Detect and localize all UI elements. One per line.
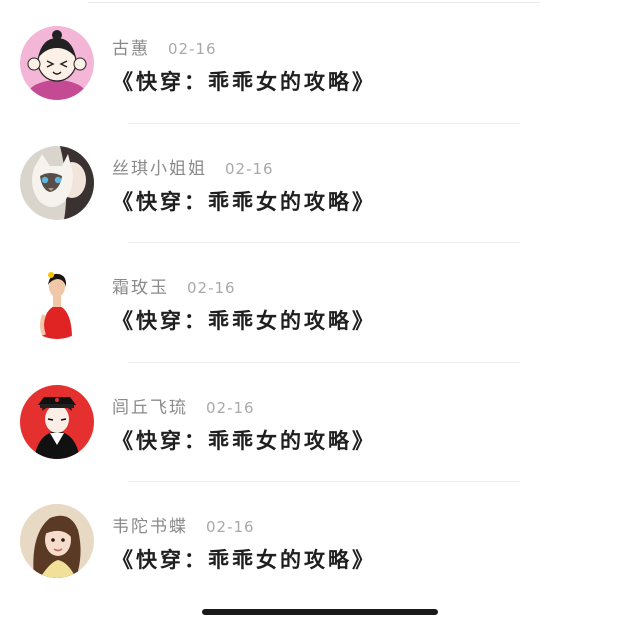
username[interactable]: 古蕙 — [112, 34, 150, 59]
comment-meta: 霜玫玉 02-16 — [112, 273, 236, 298]
comment-date: 02-16 — [225, 159, 274, 178]
comment-row[interactable]: 丝琪小姐姐 02-16 《快穿：乖乖女的攻略》 — [0, 124, 640, 243]
top-divider — [88, 2, 540, 3]
username[interactable]: 闾丘飞琉 — [112, 393, 188, 418]
comment-date: 02-16 — [168, 40, 217, 58]
username[interactable]: 霜玫玉 — [112, 273, 169, 298]
comment-meta: 古蕙 02-16 — [112, 34, 217, 59]
comment-text: 《快穿：乖乖女的攻略》 — [112, 428, 376, 453]
comment-text: 《快穿：乖乖女的攻略》 — [112, 309, 376, 333]
username[interactable]: 丝琪小姐姐 — [112, 154, 207, 179]
comment-text: 《快穿：乖乖女的攻略》 — [112, 189, 376, 214]
comment-row[interactable]: 韦陀书蝶 02-16 《快穿：乖乖女的攻略》 — [0, 482, 640, 602]
anime-officer-avatar-icon[interactable] — [20, 384, 94, 459]
comment-date: 02-16 — [206, 398, 255, 417]
long-hair-woman-avatar-icon[interactable] — [20, 504, 94, 578]
comment-text: 《快穿：乖乖女的攻略》 — [112, 70, 376, 94]
username[interactable]: 韦陀书蝶 — [112, 512, 188, 537]
comment-date: 02-16 — [206, 518, 255, 536]
home-indicator[interactable] — [202, 609, 438, 615]
comment-meta: 闾丘飞琉 02-16 — [112, 393, 255, 418]
comment-text: 《快穿：乖乖女的攻略》 — [112, 548, 376, 572]
comment-row[interactable]: 古蕙 02-16 《快穿：乖乖女的攻略》 — [0, 4, 640, 124]
cat-and-girl-avatar-icon[interactable] — [20, 145, 94, 220]
comment-date: 02-16 — [187, 279, 236, 297]
woman-red-dress-avatar-icon[interactable] — [20, 265, 94, 339]
comment-list: 古蕙 02-16 《快穿：乖乖女的攻略》 丝琪小姐姐 02-16 《快穿：乖乖女… — [0, 4, 640, 602]
comment-meta: 丝琪小姐姐 02-16 — [112, 154, 274, 179]
comment-row[interactable]: 闾丘飞琉 02-16 《快穿：乖乖女的攻略》 — [0, 363, 640, 482]
comment-row[interactable]: 霜玫玉 02-16 《快穿：乖乖女的攻略》 — [0, 243, 640, 363]
comment-meta: 韦陀书蝶 02-16 — [112, 512, 255, 537]
cartoon-girl-avatar-icon[interactable] — [20, 26, 94, 100]
